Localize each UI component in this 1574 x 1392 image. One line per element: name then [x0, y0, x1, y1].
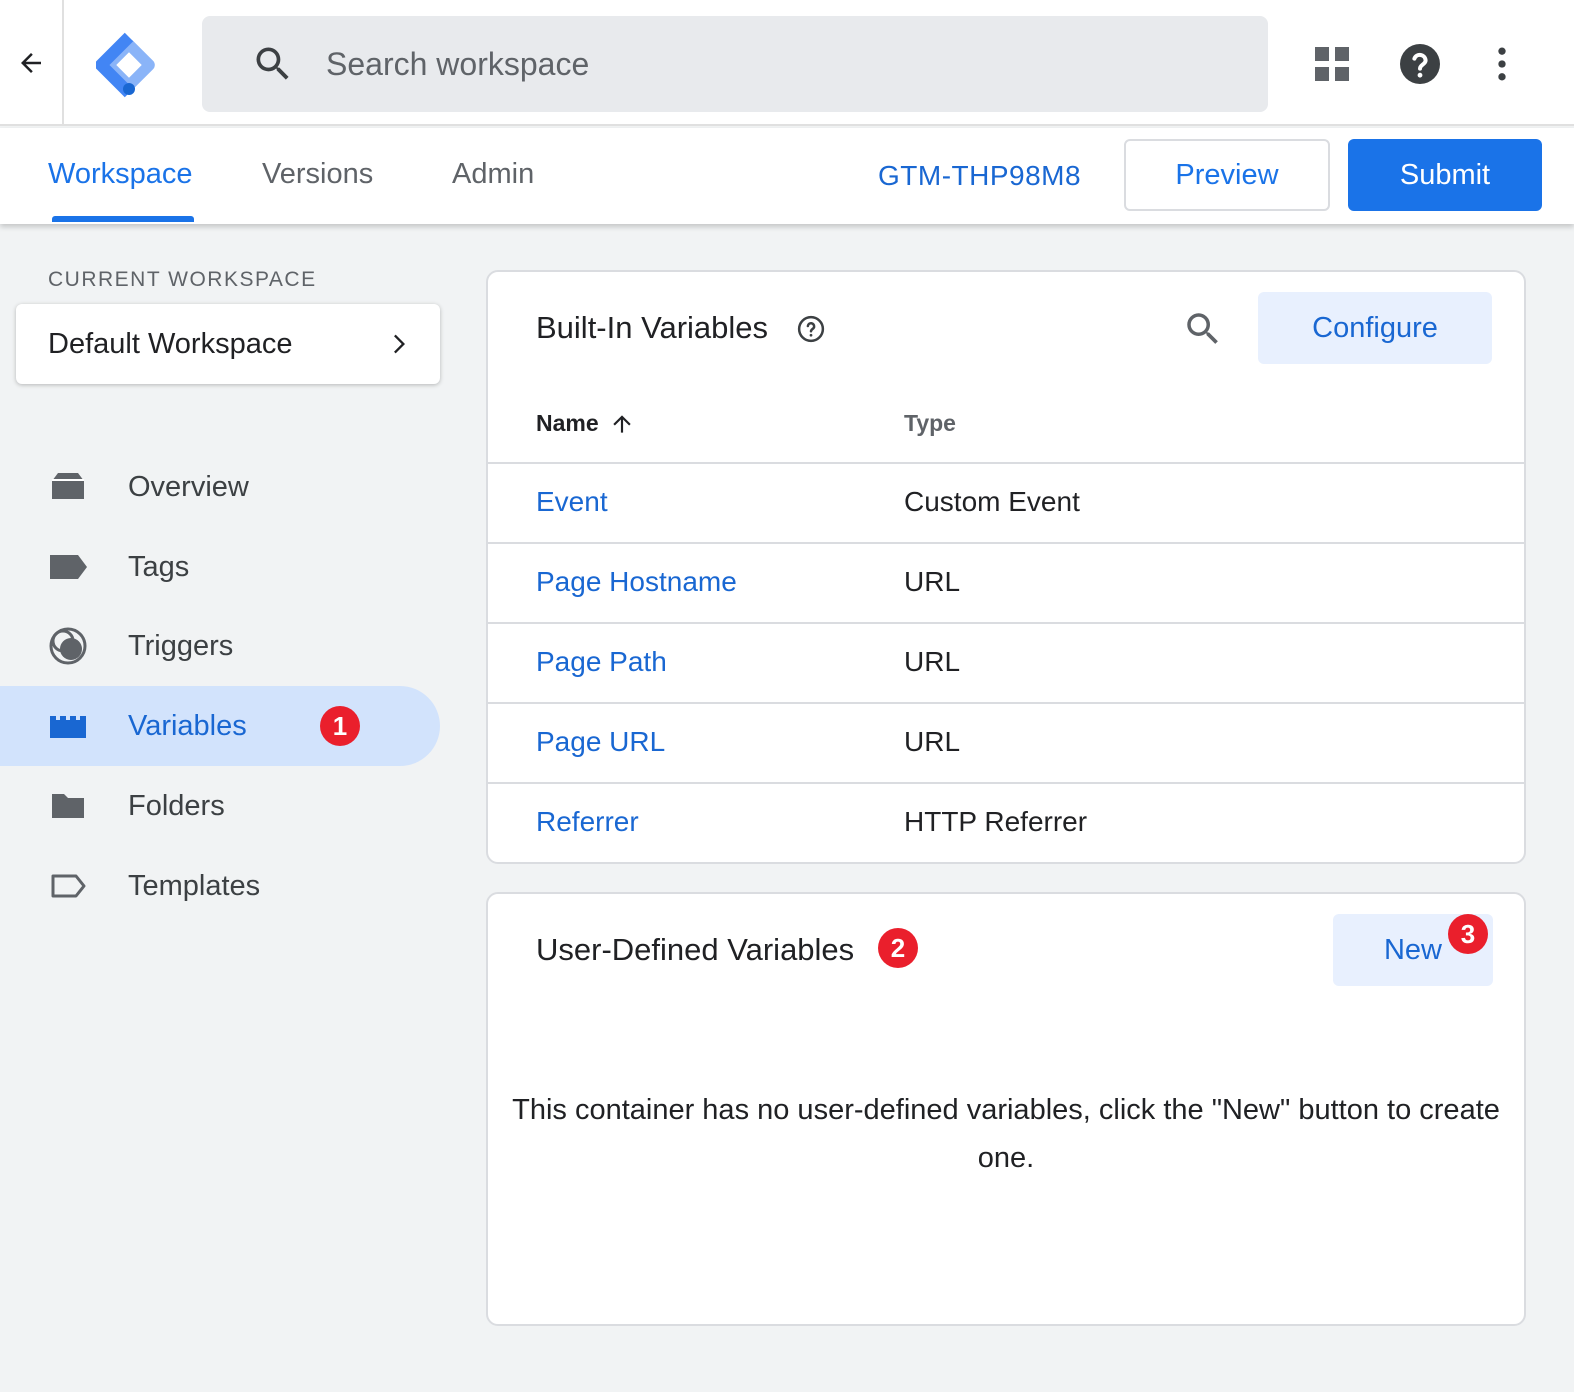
user-defined-variables-card: User-Defined Variables 2 New 3 This cont… [486, 892, 1526, 1326]
workspace-name: Default Workspace [48, 327, 293, 360]
sidebar-item-label: Overview [128, 470, 249, 503]
column-header-name[interactable]: Name [536, 410, 635, 437]
builtin-variables-card: Built-In Variables Configure Name Type E… [486, 270, 1526, 864]
variable-type: HTTP Referrer [904, 806, 1088, 837]
back-arrow-icon [21, 53, 41, 73]
builtin-variables-title: Built-In Variables [536, 310, 769, 345]
sort-arrow-up-icon [612, 414, 631, 433]
variable-name-link[interactable]: Page Path [536, 646, 667, 678]
variable-name-link[interactable]: Page Hostname [536, 566, 737, 598]
column-header-type[interactable]: Type [904, 410, 956, 437]
submit-button[interactable]: Submit [1348, 139, 1542, 211]
column-header-label: Name [536, 410, 599, 436]
tab-bar: Workspace Versions Admin GTM-THP98M8 Pre… [0, 128, 1574, 224]
variable-type: URL [904, 726, 961, 757]
sidebar-item-tags[interactable]: Tags [0, 527, 440, 607]
table-row: Page URL URL [488, 702, 1524, 782]
step-badge: 2 [878, 928, 918, 968]
table-row: Event Custom Event [488, 462, 1524, 542]
help-icon[interactable] [1394, 38, 1446, 90]
sidebar-item-variables[interactable]: Variables 1 [0, 686, 440, 766]
table-row: Referrer HTTP Referrer [488, 782, 1524, 862]
trigger-icon [48, 626, 88, 666]
more-vert-icon[interactable] [1476, 38, 1528, 90]
workspace-selector[interactable]: Default Workspace [16, 304, 440, 384]
container-id-link[interactable]: GTM-THP98M8 [878, 160, 1081, 192]
tab-workspace[interactable]: Workspace [48, 158, 193, 191]
tab-admin[interactable]: Admin [452, 158, 534, 191]
tag-icon [48, 547, 88, 587]
user-defined-variables-title: User-Defined Variables [536, 932, 855, 967]
sidebar-item-templates[interactable]: Templates [0, 846, 440, 926]
apps-grid-icon[interactable] [1306, 38, 1358, 90]
back-button[interactable] [0, 0, 64, 126]
sidebar-item-label: Triggers [128, 629, 234, 662]
active-tab-indicator [52, 216, 194, 222]
step-badge: 1 [320, 706, 360, 746]
sidebar-item-overview[interactable]: Overview [0, 447, 440, 527]
search-icon[interactable] [1180, 306, 1226, 352]
current-workspace-label: CURRENT WORKSPACE [48, 268, 317, 291]
search-icon [250, 41, 296, 87]
empty-state-message: This container has no user-defined varia… [512, 1094, 1500, 1174]
variable-type: URL [904, 566, 961, 597]
preview-button[interactable]: Preview [1124, 139, 1330, 211]
step-badge: 3 [1448, 914, 1488, 954]
sidebar-item-label: Templates [128, 869, 261, 902]
help-circle-icon[interactable] [796, 314, 826, 344]
sidebar-item-label: Folders [128, 789, 225, 822]
template-icon [48, 866, 88, 906]
overview-icon [48, 467, 88, 507]
variable-name-link[interactable]: Page URL [536, 726, 665, 758]
table-row: Page Hostname URL [488, 542, 1524, 622]
tab-versions[interactable]: Versions [262, 158, 373, 191]
folder-icon [48, 786, 88, 826]
table-row: Page Path URL [488, 622, 1524, 702]
sidebar-item-folders[interactable]: Folders [0, 766, 440, 846]
variable-type: Custom Event [904, 486, 1080, 517]
search-input[interactable] [326, 45, 1126, 83]
variable-name-link[interactable]: Event [536, 486, 608, 518]
variable-type: URL [904, 646, 961, 677]
variable-name-link[interactable]: Referrer [536, 806, 639, 838]
sidebar-item-label: Tags [128, 550, 190, 583]
chevron-right-icon [394, 334, 405, 354]
top-app-bar [0, 0, 1574, 126]
search-bar[interactable] [202, 16, 1268, 112]
sidebar-item-triggers[interactable]: Triggers [0, 606, 440, 686]
sidebar-item-label: Variables [128, 709, 247, 742]
variables-icon [48, 706, 88, 746]
configure-button[interactable]: Configure [1258, 292, 1492, 364]
gtm-logo-icon[interactable] [95, 32, 162, 98]
